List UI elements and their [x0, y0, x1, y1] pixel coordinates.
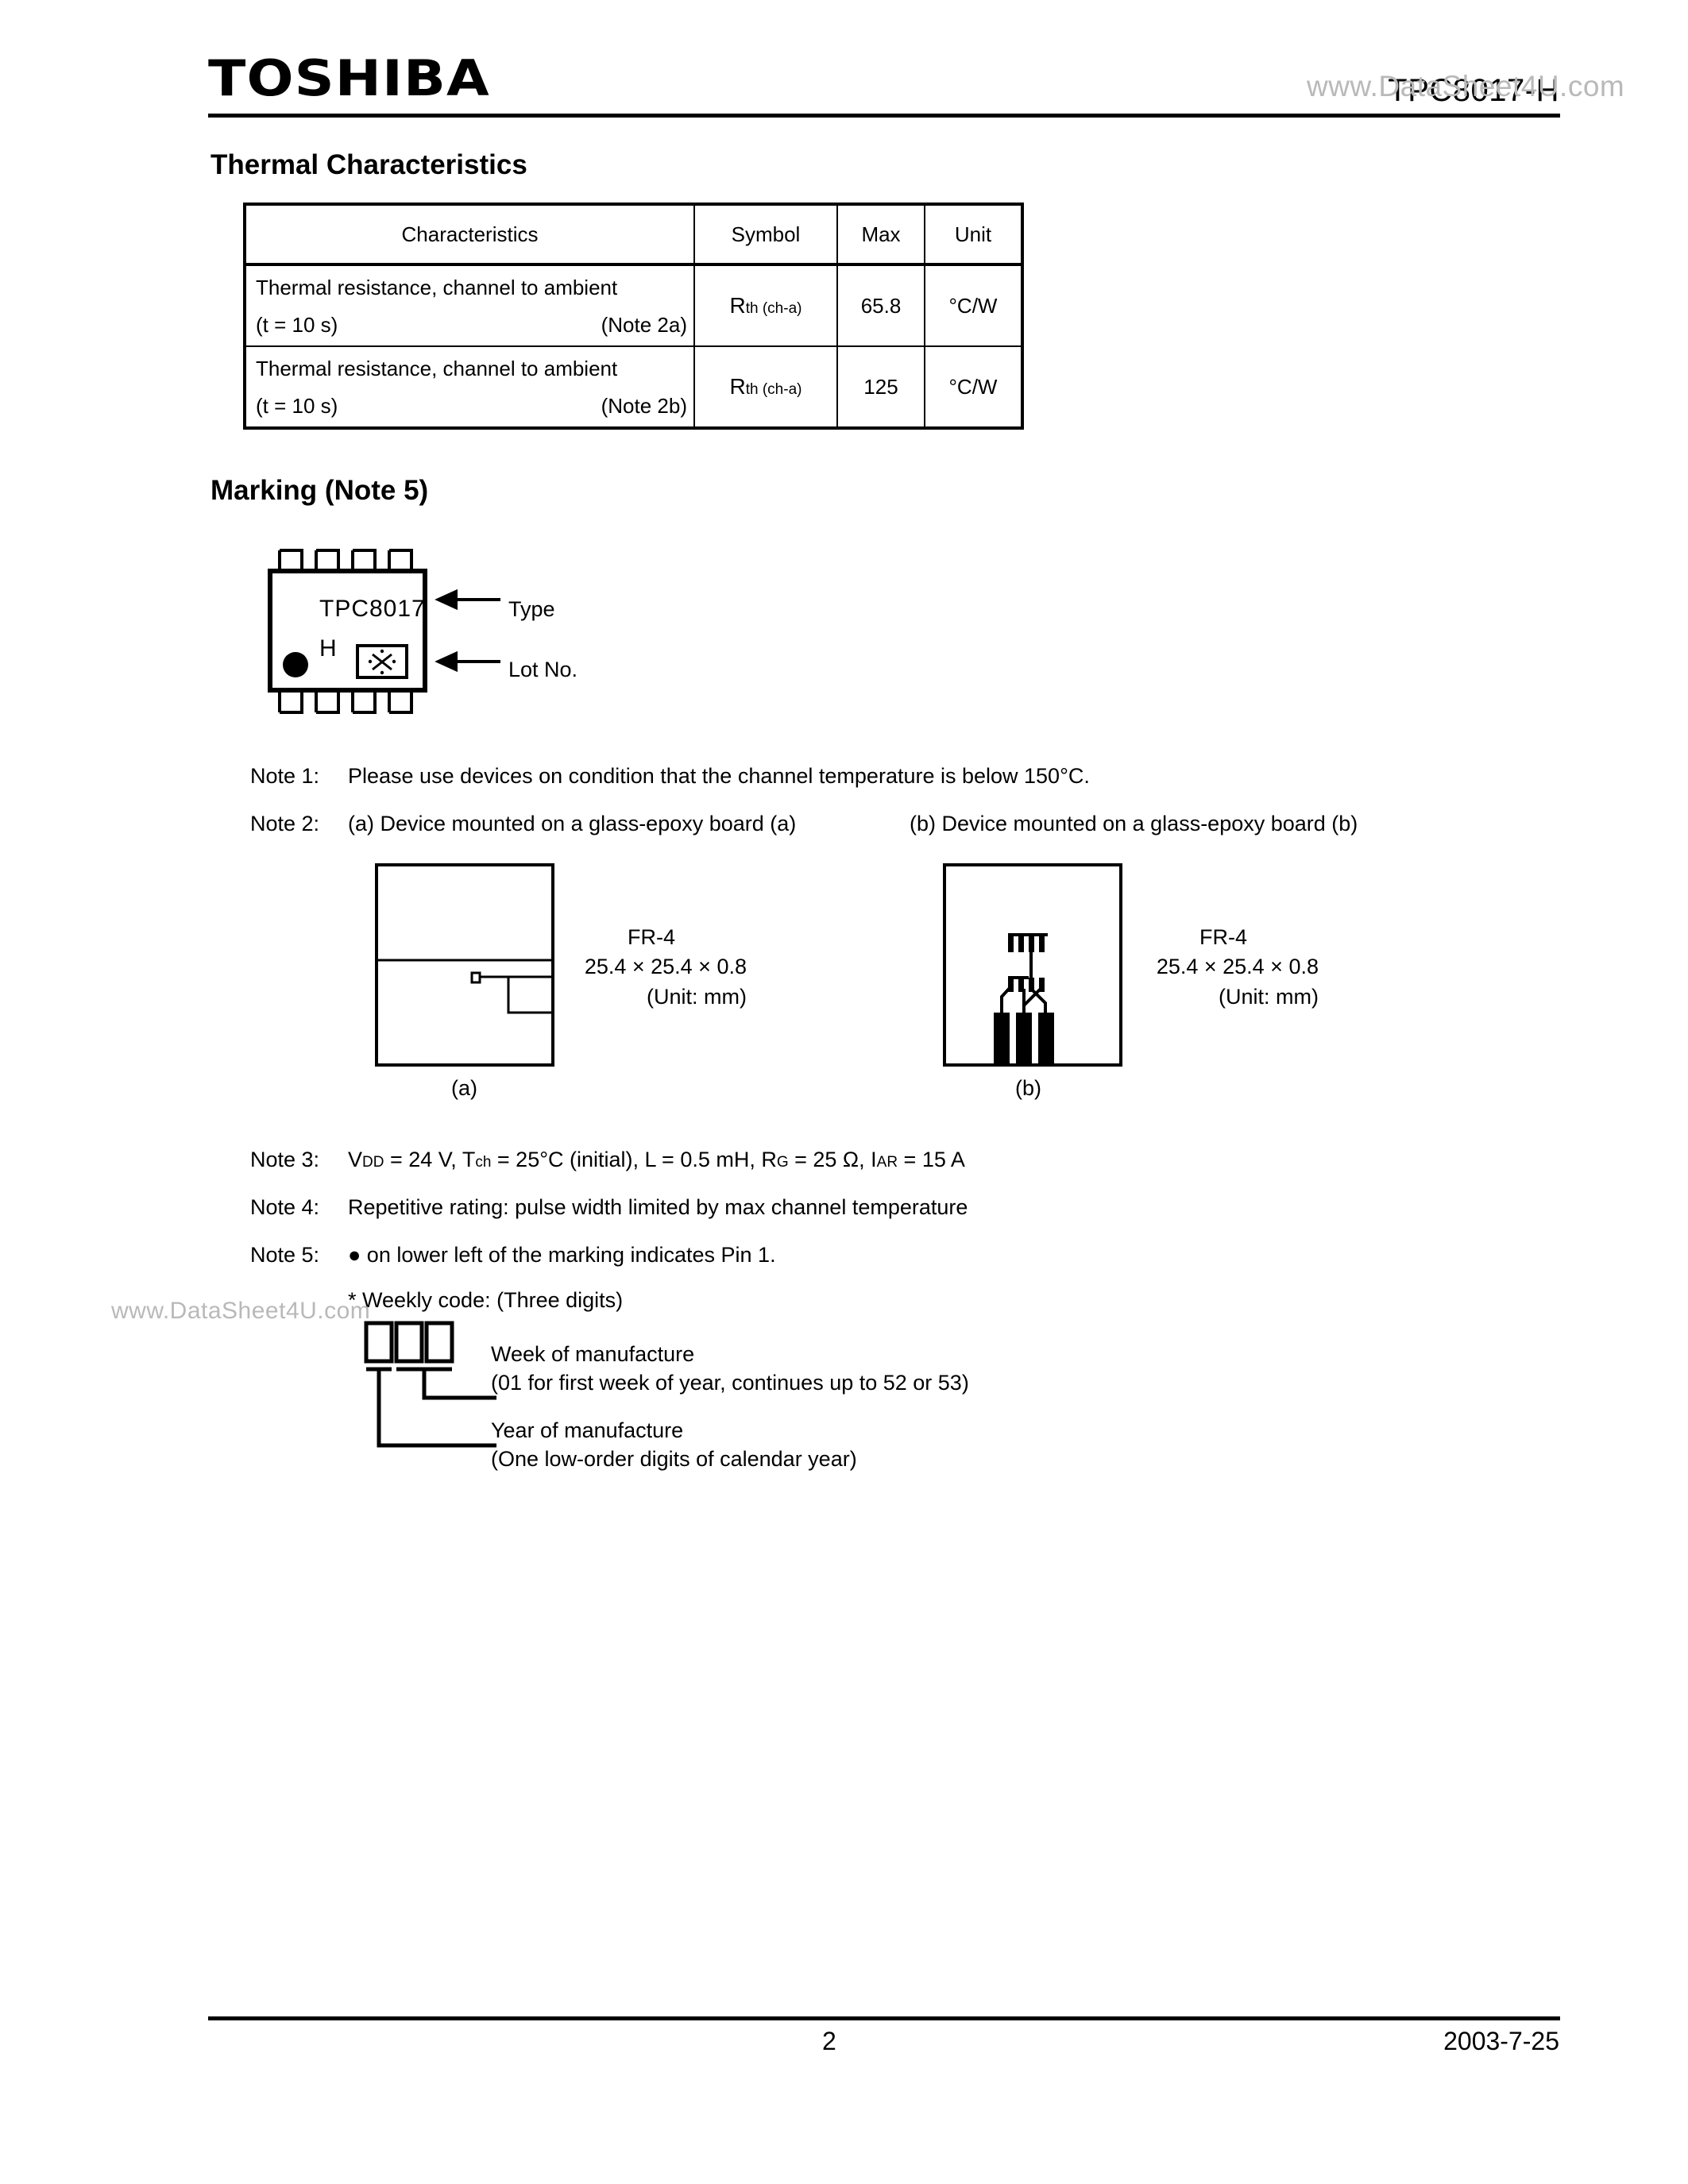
cell-symbol: Rth (ch-a)	[693, 345, 838, 429]
note3-tch-main: T	[462, 1148, 476, 1171]
pin1-dot-icon	[283, 652, 308, 677]
page-number: 2	[822, 2027, 836, 2055]
note1-label: Note 1:	[250, 764, 320, 788]
characteristic-note-ref: (Note 2b)	[601, 394, 687, 418]
watermark-header: www.DataSheet4U.com	[1307, 70, 1625, 102]
board-a-dimensions: 25.4 × 25.4 × 0.8	[584, 955, 747, 979]
weekly-code-week-detail: (01 for first week of year, continues up…	[491, 1371, 969, 1395]
note3-iar-val: = 15 A	[898, 1148, 965, 1171]
characteristic-line1: Thermal resistance, channel to ambient	[256, 276, 618, 299]
note3-l-val: L = 0.5 mH,	[644, 1148, 762, 1171]
note5-text: ● on lower left of the marking indicates…	[348, 1243, 776, 1267]
column-header-characteristics: Characteristics	[244, 203, 695, 265]
characteristic-condition: (t = 10 s)	[256, 313, 338, 337]
board-b-material: FR-4	[1199, 925, 1247, 949]
cell-symbol: Rth (ch-a)	[693, 264, 838, 347]
column-header-max: Max	[836, 203, 925, 265]
note3-rg-val: = 25 Ω,	[788, 1148, 871, 1171]
weekly-code-digit-box-year	[364, 1321, 394, 1364]
cell-max: 65.8	[836, 264, 925, 347]
footer-divider	[208, 2016, 1560, 2020]
weekly-code-year-detail: (One low-order digits of calendar year)	[491, 1447, 857, 1471]
table-row: Thermal resistance, channel to ambient (…	[244, 345, 1023, 429]
note3-vdd-val: = 24 V,	[384, 1148, 462, 1171]
note2b-text: (b) Device mounted on a glass-epoxy boar…	[910, 812, 1358, 835]
board-a-unit-note: (Unit: mm)	[647, 984, 747, 1009]
board-diagram-b	[943, 863, 1122, 1067]
weekly-code-digit-box-week-1	[394, 1321, 424, 1364]
table-row: Thermal resistance, channel to ambient (…	[244, 264, 1023, 347]
type-leader-line	[435, 588, 500, 611]
weekly-code-year-label: Year of manufacture	[491, 1418, 684, 1442]
weekly-code-year-bracket	[366, 1367, 496, 1448]
note3-vdd-main: V	[348, 1148, 363, 1171]
note2-label: Note 2:	[250, 812, 320, 835]
column-header-symbol: Symbol	[693, 203, 838, 265]
note3-tch-val: = 25°C (initial),	[491, 1148, 645, 1171]
symbol-sub: th (ch-a)	[745, 381, 802, 398]
board-diagram-a	[375, 863, 554, 1067]
note3-vdd-sub: DD	[362, 1154, 384, 1171]
cell-characteristic: Thermal resistance, channel to ambient (…	[244, 345, 695, 429]
board-b-dimensions: 25.4 × 25.4 × 0.8	[1156, 955, 1319, 979]
marking-type-text: TPC8017	[319, 596, 426, 622]
note3-rg-main: R	[761, 1148, 777, 1171]
cell-unit: °C/W	[924, 345, 1023, 429]
board-a-caption: (a)	[451, 1076, 477, 1100]
note3-tch-sub: ch	[475, 1154, 492, 1171]
note5-label: Note 5:	[250, 1243, 320, 1267]
note2a-text: (a) Device mounted on a glass-epoxy boar…	[348, 812, 797, 835]
note4-label: Note 4:	[250, 1195, 320, 1219]
table-header-row: Characteristics Symbol Max Unit	[244, 203, 1023, 265]
note3-iar-main: I	[871, 1148, 877, 1171]
thermal-characteristics-table: Characteristics Symbol Max Unit Thermal …	[243, 203, 1024, 430]
package-leads-bottom	[278, 690, 413, 714]
lot-leader-line	[435, 650, 500, 673]
page-header: TOSHIBA TPC8017-H www.DataSheet4U.com	[0, 0, 1688, 127]
marking-title: Marking (Note 5)	[211, 475, 429, 506]
package-leads-top	[278, 549, 413, 571]
type-label: Type	[508, 597, 555, 621]
note3-rg-sub: G	[776, 1154, 789, 1171]
board-a-outline	[375, 863, 554, 1067]
lot-no-label: Lot No.	[508, 658, 578, 681]
thermal-characteristics-title: Thermal Characteristics	[211, 149, 527, 180]
weekly-code-digit-box-week-2	[424, 1321, 454, 1364]
characteristic-condition: (t = 10 s)	[256, 394, 338, 418]
toshiba-logo: TOSHIBA	[208, 49, 490, 107]
note1-text: Please use devices on condition that the…	[348, 764, 1090, 788]
board-b-spec: FR-4 25.4 × 25.4 × 0.8 (Unit: mm)	[1128, 923, 1319, 1012]
symbol-main: R	[729, 374, 746, 399]
board-a-material: FR-4	[628, 925, 675, 949]
weekly-code-heading: * Weekly code: (Three digits)	[348, 1288, 624, 1312]
column-header-unit: Unit	[924, 203, 1023, 265]
weekly-code-week-bracket	[396, 1367, 496, 1400]
board-a-spec: FR-4 25.4 × 25.4 × 0.8 (Unit: mm)	[556, 923, 747, 1012]
board-a-device-pad	[470, 971, 481, 984]
watermark-left: www.DataSheet4U.com	[111, 1298, 371, 1324]
cell-unit: °C/W	[924, 264, 1023, 347]
cell-characteristic: Thermal resistance, channel to ambient (…	[244, 264, 695, 347]
symbol-main: R	[729, 293, 746, 318]
note3-text: VDD = 24 V, Tch = 25°C (initial), L = 0.…	[348, 1148, 965, 1172]
board-b-caption: (b)	[1015, 1076, 1041, 1100]
board-b-pads	[994, 1013, 1054, 1065]
note4-text: Repetitive rating: pulse width limited b…	[348, 1195, 968, 1219]
note3-iar-sub: AR	[876, 1154, 898, 1171]
board-b-unit-note: (Unit: mm)	[1219, 984, 1319, 1009]
header-divider	[208, 114, 1560, 118]
note3-label: Note 3:	[250, 1148, 320, 1171]
marking-suffix-text: H	[319, 635, 337, 662]
symbol-sub: th (ch-a)	[745, 300, 802, 317]
characteristic-line1: Thermal resistance, channel to ambient	[256, 357, 618, 380]
characteristic-note-ref: (Note 2a)	[601, 313, 687, 337]
footer-date: 2003-7-25	[1443, 2027, 1559, 2055]
cell-max: 125	[836, 345, 925, 429]
weekly-code-week-label: Week of manufacture	[491, 1342, 695, 1366]
